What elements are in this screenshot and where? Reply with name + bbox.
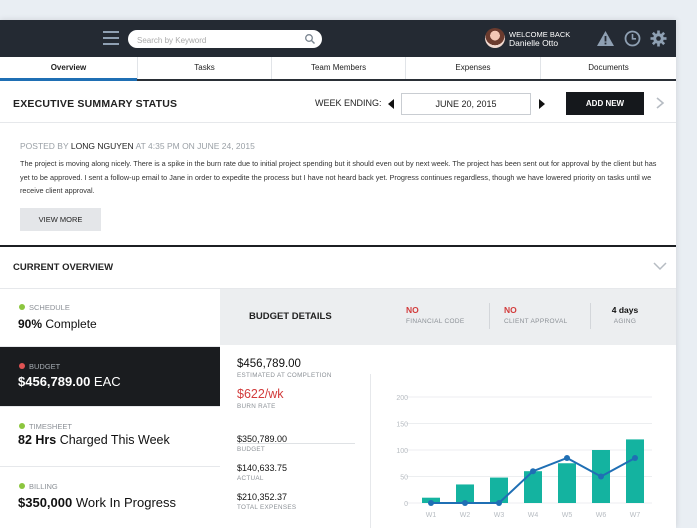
week-ending-label: WEEK ENDING: [315,98,382,108]
gear-icon[interactable] [649,29,668,48]
bar [490,477,508,503]
post-body: The project is moving along nicely. Ther… [20,159,657,195]
line-point [496,500,502,506]
stat-divider [489,303,490,329]
x-tick-label: W2 [460,512,471,519]
financial-code-stat: NO FINANCIAL CODE [406,305,465,325]
menu-icon[interactable] [103,31,119,45]
add-new-button[interactable]: ADD NEW [566,92,644,115]
eac-label: ESTIMATED AT COMPLETION [237,372,332,379]
previous-week-arrow-icon[interactable] [388,99,394,109]
search-icon[interactable] [304,33,316,45]
status-dot-icon [19,363,25,369]
week-ending-date[interactable]: JUNE 20, 2015 [401,93,531,115]
burn-rate-value: $622/wk [237,387,284,401]
status-dot-icon [19,423,25,429]
tab-documents[interactable]: Documents [541,57,676,79]
total-expenses-value: $210,352.37 [237,492,288,502]
bar [626,439,644,503]
eac-figure: $456,789.00 ESTIMATED AT COMPLETION [237,358,332,379]
line-point [428,500,434,506]
posted-prefix: POSTED BY [20,141,69,151]
timesheet-label: TIMESHEET [19,422,72,431]
y-tick-label: 200 [396,395,408,402]
x-tick-label: W5 [562,512,573,519]
x-tick-label: W6 [596,512,607,519]
client-approval-stat: NO CLIENT APPROVAL [504,305,568,325]
posted-suffix: AT 4:35 PM ON JUNE 24, 2015 [135,141,255,151]
schedule-value: 90% Complete [18,317,97,331]
budget-value: $350,789.00 [237,434,288,444]
next-week-arrow-icon[interactable] [539,99,545,109]
overview-item-billing[interactable]: BILLING $350,000 Work In Progress [0,467,220,528]
tab-expenses[interactable]: Expenses [406,57,541,79]
section-divider [0,245,676,247]
bar [558,463,576,503]
executive-summary-title: EXECUTIVE SUMMARY STATUS [13,98,178,110]
overview-item-schedule[interactable]: SCHEDULE 90% Complete [0,289,220,347]
line-point [530,468,536,475]
welcome-block: WELCOME BACK Danielle Otto [509,30,570,48]
line-point [598,473,604,480]
x-tick-label: W7 [630,512,641,519]
actual-figure: $140,633.75 ACTUAL [237,463,287,482]
actual-value: $140,633.75 [237,463,288,473]
x-tick-label: W3 [494,512,505,519]
line-point [462,500,468,506]
executive-summary-header: EXECUTIVE SUMMARY STATUS WEEK ENDING: JU… [0,83,676,123]
burn-rate-figure: $622/wk BURN RATE [237,387,284,410]
budget-amount-label: BUDGET [237,446,266,453]
budget-figure: $350,789.00 BUDGET [237,434,287,453]
y-tick-label: 50 [400,475,408,482]
chevron-right-icon[interactable] [655,97,665,109]
x-tick-label: W1 [426,512,437,519]
y-tick-label: 150 [396,422,408,429]
user-name: Danielle Otto [509,38,559,48]
tab-bar: Overview Tasks Team Members Expenses Doc… [0,57,676,81]
budget-details-title: BUDGET DETAILS [249,311,332,322]
line-point [632,454,638,461]
app-window: WELCOME BACK Danielle Otto Overview Task… [0,20,676,528]
budget-value: $456,789.00 EAC [18,374,121,389]
top-bar: WELCOME BACK Danielle Otto [0,20,676,57]
budget-label: BUDGET [19,362,60,371]
tab-overview[interactable]: Overview [0,57,138,81]
view-more-button[interactable]: VIEW MORE [20,208,101,231]
billing-label: BILLING [19,482,58,491]
search-box[interactable] [128,30,322,50]
chevron-down-icon[interactable] [653,262,667,271]
aging-stat: 4 days AGING [611,305,639,325]
search-input[interactable] [128,31,298,50]
schedule-label: SCHEDULE [19,303,70,312]
current-overview-title: CURRENT OVERVIEW [13,262,114,273]
y-tick-label: 0 [404,501,408,508]
clock-icon[interactable] [623,29,642,48]
budget-chart: 0 50 100 150 200 W1 W2 W3 W4 W5 W6 W7 [396,395,652,519]
tab-team-members[interactable]: Team Members [272,57,406,79]
tab-tasks[interactable]: Tasks [138,57,272,79]
overview-item-budget[interactable]: BUDGET $456,789.00 EAC [0,347,220,407]
x-tick-label: W4 [528,512,539,519]
post-author[interactable]: LONG NGUYEN [71,141,134,151]
status-dot-icon [19,304,25,310]
billing-value: $350,000 Work In Progress [18,495,177,510]
alert-icon[interactable] [596,29,615,48]
overview-item-timesheet[interactable]: TIMESHEET 82 Hrs Charged This Week [0,407,220,467]
y-tick-label: 100 [396,448,408,455]
stat-divider [590,303,591,329]
total-expenses-label: TOTAL EXPENSES [237,504,297,511]
total-expenses-figure: $210,352.37 TOTAL EXPENSES [237,492,296,511]
avatar[interactable] [485,28,505,48]
post-meta: POSTED BY LONG NGUYEN AT 4:35 PM ON JUNE… [20,141,255,151]
eac-value: $456,789.00 [237,358,301,370]
timesheet-value: 82 Hrs Charged This Week [18,433,170,447]
burn-rate-label: BURN RATE [237,403,276,410]
line-point [564,454,570,461]
actual-label: ACTUAL [237,475,264,482]
budget-details-header: BUDGET DETAILS NO FINANCIAL CODE NO CLIE… [220,289,676,345]
status-dot-icon [19,483,25,489]
